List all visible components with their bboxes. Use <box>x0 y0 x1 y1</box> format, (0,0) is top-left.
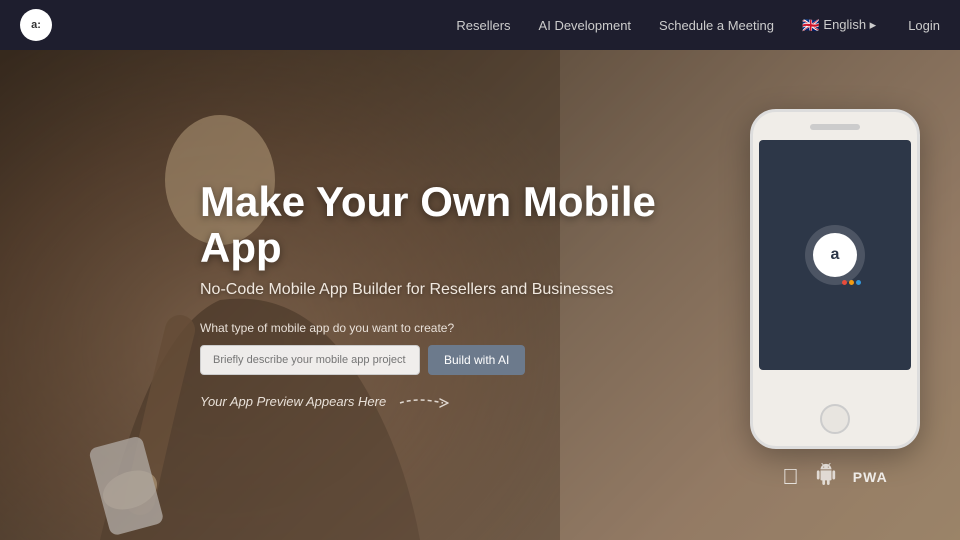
phone-mockup: a <box>750 109 920 449</box>
dot-blue <box>856 280 861 285</box>
flag-icon: 🇬🇧 <box>802 17 819 34</box>
navbar: a: Resellers AI Development Schedule a M… <box>0 0 960 50</box>
nav-item-resellers[interactable]: Resellers <box>456 18 510 33</box>
phone-speaker <box>810 124 860 130</box>
arrow-icon <box>398 391 458 411</box>
android-icon <box>815 463 837 491</box>
phone-mockup-area: a  <box>740 99 960 491</box>
language-label: English ▸ <box>823 17 876 33</box>
preview-hint: Your App Preview Appears Here <box>200 391 700 411</box>
hero-title: Make Your Own Mobile App <box>200 179 700 271</box>
nav-links: Resellers AI Development Schedule a Meet… <box>456 17 940 34</box>
hero-subtitle: No-Code Mobile App Builder for Resellers… <box>200 281 700 299</box>
phone-logo-circle: a <box>805 225 865 285</box>
phone-dots <box>842 280 861 285</box>
logo[interactable]: a: <box>20 9 52 41</box>
phone-logo-letter: a <box>831 246 840 264</box>
form-label: What type of mobile app do you want to c… <box>200 321 700 335</box>
phone-home-button <box>820 404 850 434</box>
app-description-input[interactable] <box>200 345 420 375</box>
preview-text: Your App Preview Appears Here <box>200 394 386 409</box>
dot-orange <box>849 280 854 285</box>
hero-section: Make Your Own Mobile App No-Code Mobile … <box>0 0 960 540</box>
nav-item-ai-development[interactable]: AI Development <box>539 18 632 33</box>
hero-content: Make Your Own Mobile App No-Code Mobile … <box>0 50 960 540</box>
language-selector[interactable]: 🇬🇧 English ▸ <box>802 17 876 34</box>
nav-item-login[interactable]: Login <box>908 18 940 33</box>
phone-logo-inner: a <box>813 233 857 277</box>
pwa-badge: PWA <box>853 469 888 485</box>
platform-icons:  PWA <box>782 463 887 491</box>
apple-icon:  <box>782 464 799 490</box>
logo-text: a: <box>31 19 41 31</box>
logo-icon: a: <box>20 9 52 41</box>
build-form: Build with AI <box>200 345 700 375</box>
dot-red <box>842 280 847 285</box>
phone-bottom <box>820 370 850 446</box>
phone-screen: a <box>759 140 911 370</box>
build-with-ai-button[interactable]: Build with AI <box>428 345 525 375</box>
nav-item-schedule[interactable]: Schedule a Meeting <box>659 18 774 33</box>
hero-text-area: Make Your Own Mobile App No-Code Mobile … <box>0 149 740 441</box>
